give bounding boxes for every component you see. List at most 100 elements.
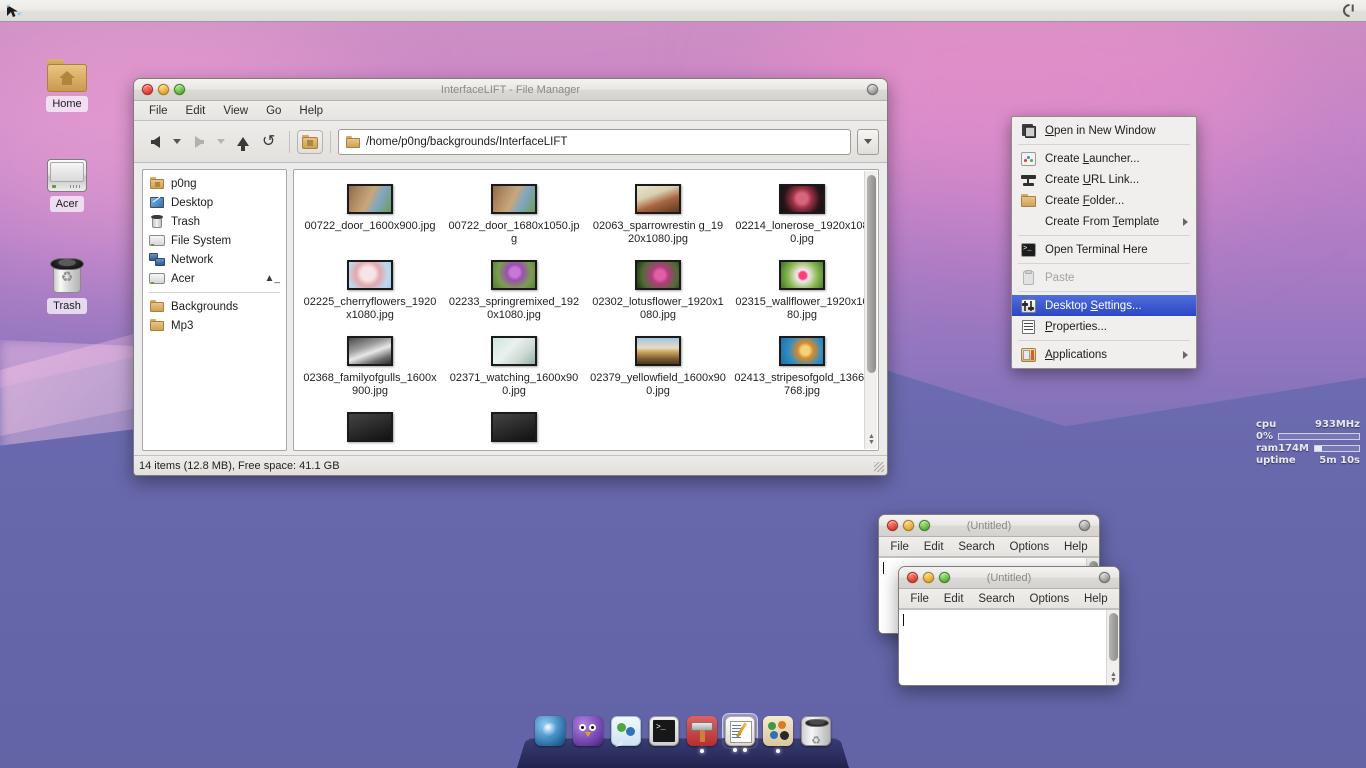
menu-edit[interactable]: Edit	[919, 539, 949, 555]
minimize-button[interactable]	[903, 520, 914, 531]
sidebar-item-trash[interactable]: Trash	[143, 212, 286, 231]
menu-help[interactable]: Help	[1079, 591, 1113, 607]
path-dropdown-chevron-down-icon[interactable]	[857, 129, 879, 155]
text-editor-icon[interactable]	[725, 716, 755, 746]
maximize-button[interactable]	[174, 84, 185, 95]
scrollbar-arrows[interactable]: ▲▼	[1110, 672, 1117, 684]
status-text: 14 items (12.8 MB), Free space: 41.1 GB	[139, 460, 340, 472]
sidebar-item-network[interactable]: Network	[143, 250, 286, 269]
file-item[interactable]: 02302_lotusflower_1920x1080.jpg	[588, 256, 728, 332]
shade-button[interactable]	[1079, 520, 1090, 531]
eject-icon[interactable]: ▲_	[265, 273, 280, 284]
file-item[interactable]: 02225_cherryflowers_1920x1080.jpg	[300, 256, 440, 332]
paint-app-icon[interactable]	[763, 716, 793, 746]
path-input[interactable]: /home/p0ng/backgrounds/InterfaceLIFT	[338, 129, 851, 155]
panel-right-area	[1338, 1, 1366, 21]
menu-options[interactable]: Options	[1005, 539, 1055, 555]
back-dropdown-chevron-down-icon[interactable]	[168, 128, 186, 156]
shade-button[interactable]	[1099, 572, 1110, 583]
file-item[interactable]: 02214_lonerose_1920x1080.jpg	[732, 180, 872, 256]
sidebar-item-acer[interactable]: Acer ▲_	[143, 269, 286, 288]
terminal-icon[interactable]: >_	[649, 716, 679, 746]
editor-text-area[interactable]: ▲▼	[899, 609, 1119, 686]
menu-item-label: Applications	[1045, 349, 1107, 361]
scrollbar-thumb[interactable]	[867, 175, 876, 373]
editor-titlebar[interactable]: (Untitled)	[899, 567, 1119, 589]
sidebar-item-file-system[interactable]: File System	[143, 231, 286, 250]
desktop-icon-trash[interactable]: ♻ Trash	[32, 250, 102, 314]
maximize-button[interactable]	[919, 520, 930, 531]
scrollbar-thumb[interactable]	[1109, 613, 1118, 661]
minimize-button[interactable]	[158, 84, 169, 95]
web-browser-icon[interactable]	[535, 716, 565, 746]
file-item[interactable]: 02233_springremixed_1920x1080.jpg	[444, 256, 584, 332]
file-manager-window[interactable]: InterfaceLIFT - File Manager File Edit V…	[133, 78, 888, 476]
close-button[interactable]	[142, 84, 153, 95]
file-item[interactable]: 02413_stripesofgold_1366x768.jpg	[732, 332, 872, 408]
sidebar-item-p0ng[interactable]: p0ng	[143, 174, 286, 193]
sidebar-item-desktop[interactable]: Desktop	[143, 193, 286, 212]
home-button[interactable]	[297, 130, 323, 154]
menu-help[interactable]: Help	[290, 103, 332, 119]
forward-dropdown-chevron-down-icon[interactable]	[212, 128, 230, 156]
file-item[interactable]: 02371_watching_1600x900.jpg	[444, 332, 584, 408]
resize-grip[interactable]	[874, 462, 884, 472]
menu-go[interactable]: Go	[257, 103, 290, 119]
editor-scrollbar[interactable]: ▲▼	[1106, 610, 1119, 686]
menu-options[interactable]: Options	[1025, 591, 1075, 607]
menu-item-create-folder[interactable]: Create Folder...	[1012, 190, 1196, 211]
file-item[interactable]: 02368_familyofgulls_1600x900.jpg	[300, 332, 440, 408]
file-item[interactable]: 00722_door_1680x1050.jpg	[444, 180, 584, 256]
file-item[interactable]	[444, 408, 584, 451]
desktop-icon	[149, 196, 165, 210]
menu-file[interactable]: File	[905, 591, 934, 607]
package-tool-icon[interactable]	[687, 716, 717, 746]
menu-help[interactable]: Help	[1059, 539, 1093, 555]
power-icon[interactable]	[1338, 1, 1360, 21]
menu-search[interactable]: Search	[953, 539, 999, 555]
trash-icon[interactable]: ♻	[801, 716, 831, 746]
desktop-icon-acer[interactable]: Acer	[32, 148, 102, 212]
editor-titlebar[interactable]: (Untitled)	[879, 515, 1099, 537]
close-button[interactable]	[887, 520, 898, 531]
sidebar-item-mp3[interactable]: Mp3	[143, 316, 286, 335]
up-button[interactable]	[230, 128, 256, 156]
text-editor-window-2[interactable]: (Untitled) File Edit Search Options Help…	[898, 566, 1120, 686]
file-list-pane[interactable]: 00722_door_1600x900.jpg 00722_door_1680x…	[293, 169, 879, 451]
file-item[interactable]: 02379_yellowfield_1600x900.jpg	[588, 332, 728, 408]
file-list-scrollbar[interactable]: ▲▼	[864, 171, 877, 449]
reload-button[interactable]: ↻	[256, 128, 282, 156]
file-item[interactable]	[300, 408, 440, 451]
desktop-icon-home[interactable]: Home	[32, 48, 102, 112]
menu-item-open-in-new-window[interactable]: Open in New Window	[1012, 120, 1196, 141]
back-button[interactable]	[142, 128, 168, 156]
menu-file[interactable]: File	[140, 103, 177, 119]
menu-file[interactable]: File	[885, 539, 914, 555]
file-name: 02315_wallflower_1920x1080.jpg	[734, 296, 870, 322]
scrollbar-arrows[interactable]: ▲▼	[868, 434, 875, 446]
messenger-icon[interactable]	[611, 716, 641, 746]
menu-edit[interactable]: Edit	[177, 103, 215, 119]
file-manager-titlebar[interactable]: InterfaceLIFT - File Manager	[134, 79, 887, 101]
menu-item-create-url-link[interactable]: Create URL Link...	[1012, 169, 1196, 190]
menu-view[interactable]: View	[214, 103, 257, 119]
sidebar-item-backgrounds[interactable]: Backgrounds	[143, 297, 286, 316]
mouse-cursor-menu-icon[interactable]	[3, 1, 25, 21]
file-item[interactable]: 00722_door_1600x900.jpg	[300, 180, 440, 256]
close-button[interactable]	[907, 572, 918, 583]
menu-item-open-terminal-here[interactable]: >_ Open Terminal Here	[1012, 239, 1196, 260]
menu-item-create-from-template[interactable]: Create From Template	[1012, 211, 1196, 232]
maximize-button[interactable]	[939, 572, 950, 583]
file-item[interactable]: 02063_sparrowrestin g_1920x1080.jpg	[588, 180, 728, 256]
minimize-button[interactable]	[923, 572, 934, 583]
menu-edit[interactable]: Edit	[939, 591, 969, 607]
file-item[interactable]: 02315_wallflower_1920x1080.jpg	[732, 256, 872, 332]
menu-item-applications[interactable]: Applications	[1012, 344, 1196, 365]
menu-item-desktop-settings[interactable]: Desktop Settings...	[1012, 295, 1196, 316]
shade-button[interactable]	[867, 84, 878, 95]
menu-item-properties[interactable]: Properties...	[1012, 316, 1196, 337]
menu-item-create-launcher[interactable]: Create Launcher...	[1012, 148, 1196, 169]
forward-button[interactable]	[186, 128, 212, 156]
menu-search[interactable]: Search	[973, 591, 1019, 607]
bird-app-icon[interactable]	[573, 716, 603, 746]
